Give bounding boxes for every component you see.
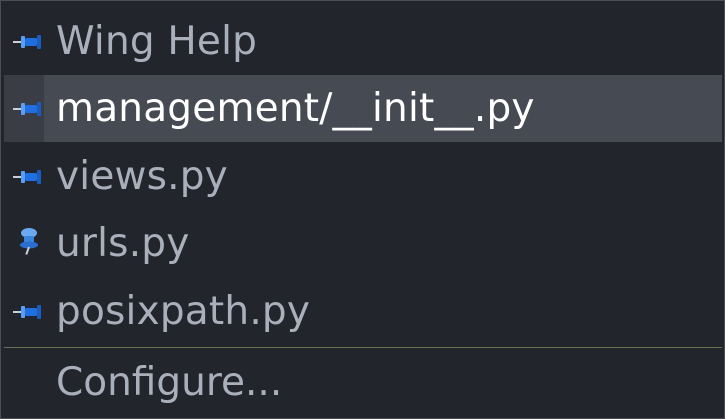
pin-icon bbox=[13, 170, 41, 184]
configure-menu-item[interactable]: Configure... bbox=[4, 351, 722, 417]
menu-item-management-init[interactable]: management/__init__.py bbox=[4, 75, 722, 142]
menu-separator bbox=[4, 347, 722, 348]
configure-label: Configure... bbox=[56, 360, 283, 405]
menu-item-label: management/__init__.py bbox=[56, 86, 535, 131]
menu-item-posixpath[interactable]: posixpath.py bbox=[4, 278, 722, 345]
menu-item-views[interactable]: views.py bbox=[4, 143, 722, 210]
file-menu: Wing Help management/__init__.py views.p… bbox=[0, 0, 725, 419]
pushpin-upright-icon bbox=[20, 228, 38, 255]
menu-item-urls[interactable]: urls.py bbox=[4, 210, 722, 277]
menu-item-wing-help[interactable]: Wing Help bbox=[4, 8, 722, 75]
pin-icon bbox=[13, 102, 41, 116]
menu-item-label: posixpath.py bbox=[56, 289, 311, 334]
menu-item-label: urls.py bbox=[56, 221, 190, 266]
pin-icon bbox=[13, 305, 41, 319]
menu-item-label: Wing Help bbox=[56, 19, 258, 64]
menu-item-label: views.py bbox=[56, 154, 228, 199]
pin-icon bbox=[13, 35, 41, 49]
